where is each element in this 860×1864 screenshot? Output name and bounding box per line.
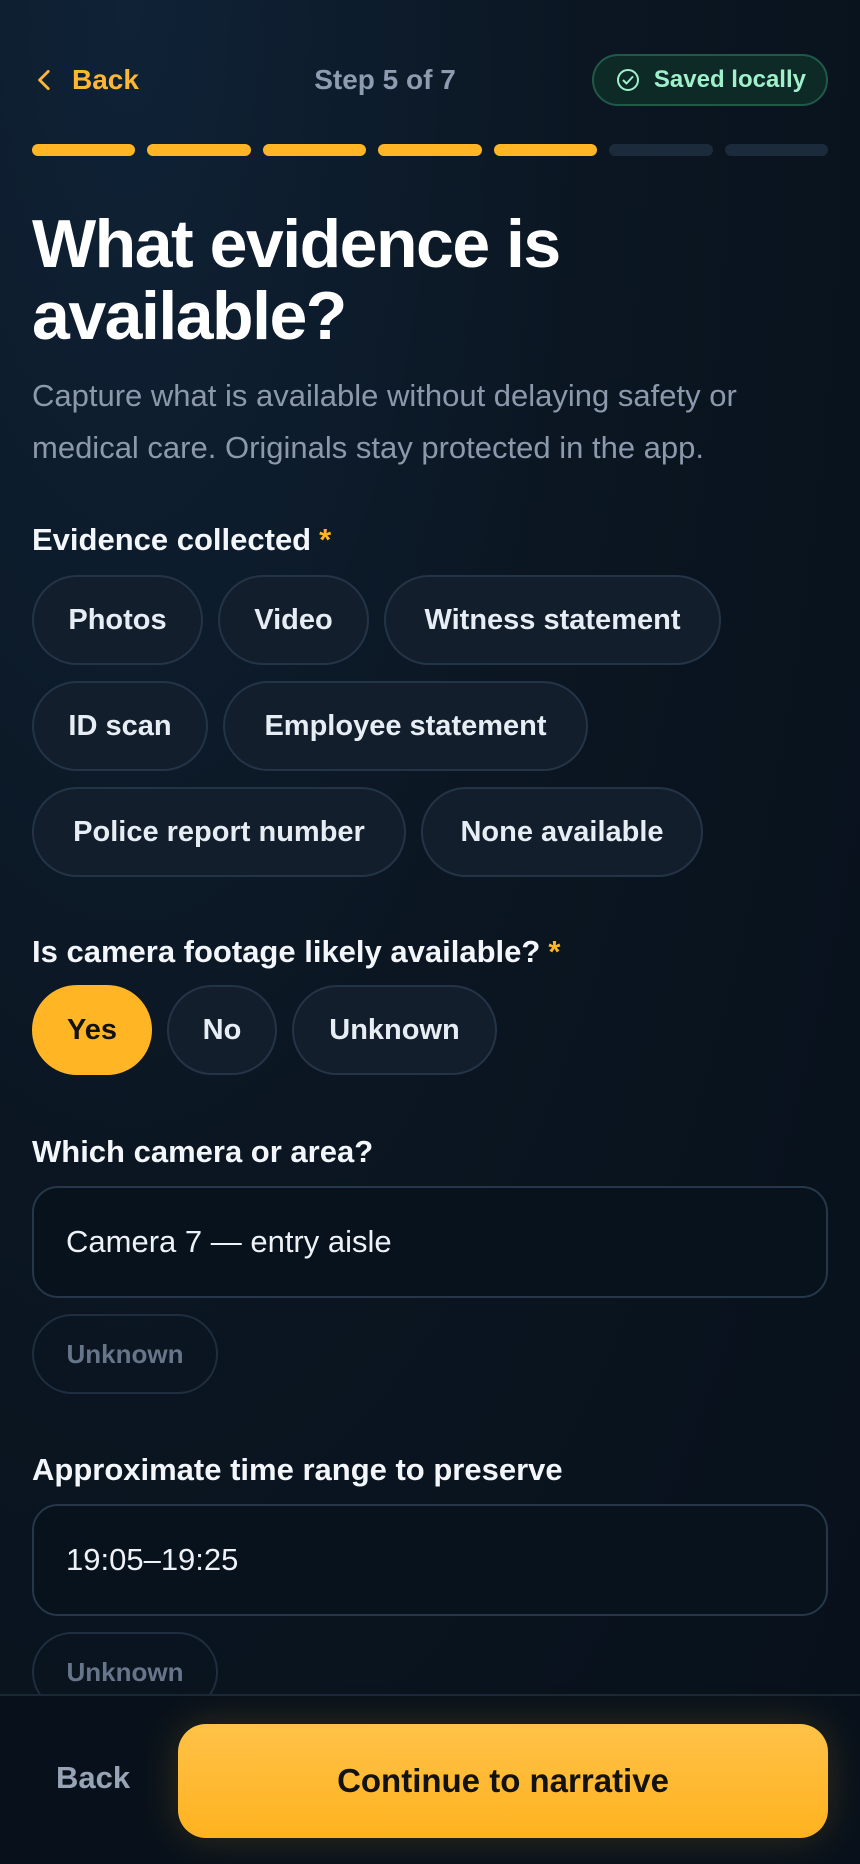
check-circle-icon — [616, 68, 640, 92]
evidence-step-screen: Back Step 5 of 7 Saved locally What evid… — [0, 0, 860, 1864]
camera-footage-option-no[interactable]: No — [167, 985, 277, 1075]
top-bar: Back Step 5 of 7 Saved locally — [32, 54, 828, 106]
required-marker: * — [548, 934, 561, 969]
saved-status-label: Saved locally — [653, 66, 806, 93]
camera-footage-label-text: Is camera footage likely available? — [32, 934, 541, 969]
back-link-label: Back — [72, 64, 139, 95]
evidence-collected-label: Evidence collected * — [32, 522, 331, 558]
footer-back-button[interactable]: Back — [56, 1760, 130, 1796]
page-subtitle: Capture what is available without delayi… — [32, 378, 737, 465]
step-progress-bar — [32, 144, 828, 156]
evidence-chip-none-available[interactable]: None available — [421, 787, 703, 877]
time-range-label: Approximate time range to preserve — [32, 1452, 563, 1487]
saved-status-badge: Saved locally — [591, 54, 828, 106]
evidence-chip-witness-statement[interactable]: Witness statement — [384, 575, 721, 665]
progress-segment — [724, 144, 828, 156]
camera-area-unknown-chip[interactable]: Unknown — [32, 1314, 218, 1394]
camera-footage-option-unknown[interactable]: Unknown — [292, 985, 497, 1075]
evidence-collected-label-text: Evidence collected — [32, 522, 312, 557]
evidence-chip-id-scan[interactable]: ID scan — [32, 681, 208, 771]
continue-button[interactable]: Continue to narrative — [178, 1724, 828, 1838]
progress-segment — [262, 144, 367, 156]
required-marker: * — [319, 522, 332, 557]
back-link[interactable]: Back — [32, 54, 139, 106]
camera-area-label: Which camera or area? — [32, 1134, 374, 1169]
chevron-left-icon — [32, 67, 58, 93]
evidence-chip-photos[interactable]: Photos — [32, 575, 203, 665]
camera-footage-label: Is camera footage likely available? * — [32, 934, 560, 970]
evidence-chip-video[interactable]: Video — [218, 575, 369, 665]
camera-footage-option-yes[interactable]: Yes — [32, 985, 152, 1075]
progress-segment — [32, 144, 136, 156]
evidence-chip-police-report-number[interactable]: Police report number — [32, 787, 406, 877]
time-range-input[interactable]: 19:05–19:25 — [32, 1504, 828, 1616]
evidence-chip-employee-statement[interactable]: Employee statement — [223, 681, 588, 771]
progress-segment — [147, 144, 251, 156]
camera-area-input[interactable]: Camera 7 — entry aisle — [32, 1186, 828, 1298]
bottom-action-bar: Back Continue to narrative — [0, 1694, 860, 1864]
progress-segment — [609, 144, 713, 156]
page-title: What evidence is available? — [32, 206, 561, 354]
progress-segment — [493, 144, 598, 156]
progress-segment — [378, 144, 482, 156]
